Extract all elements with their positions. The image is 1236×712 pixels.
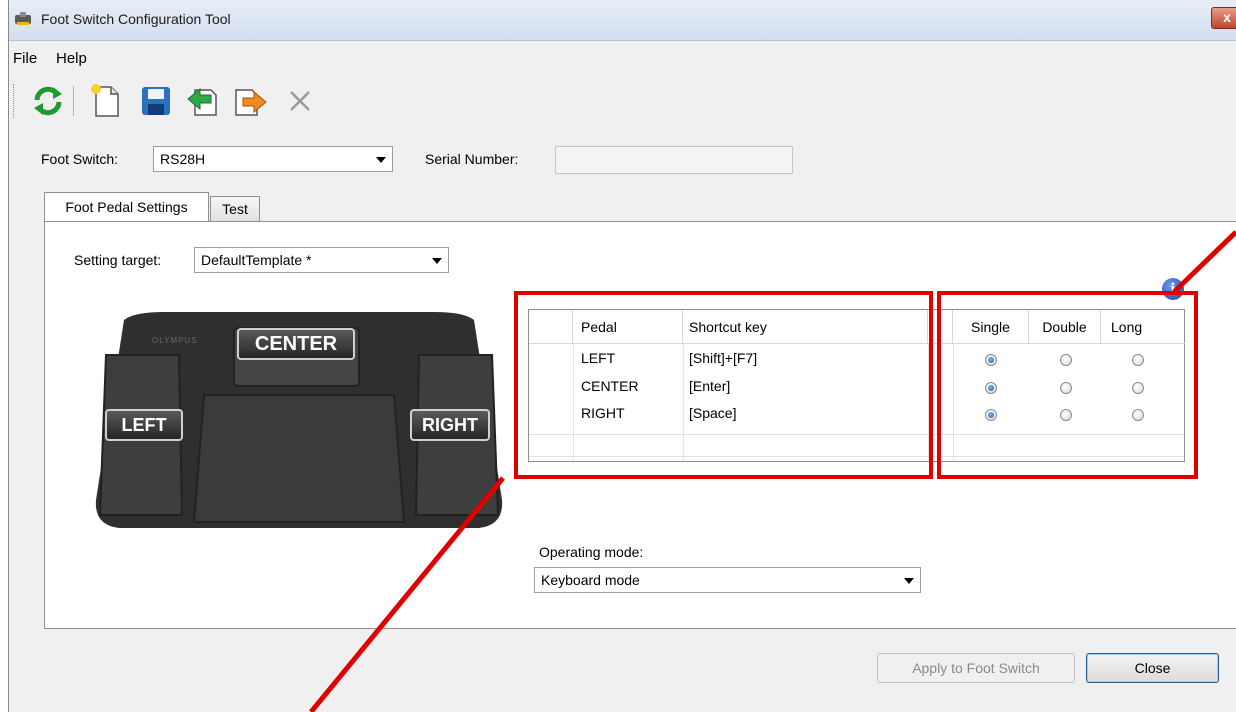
callout-lines <box>309 230 1236 712</box>
callout-line-left <box>309 476 505 712</box>
callout-line-right <box>1172 230 1236 294</box>
